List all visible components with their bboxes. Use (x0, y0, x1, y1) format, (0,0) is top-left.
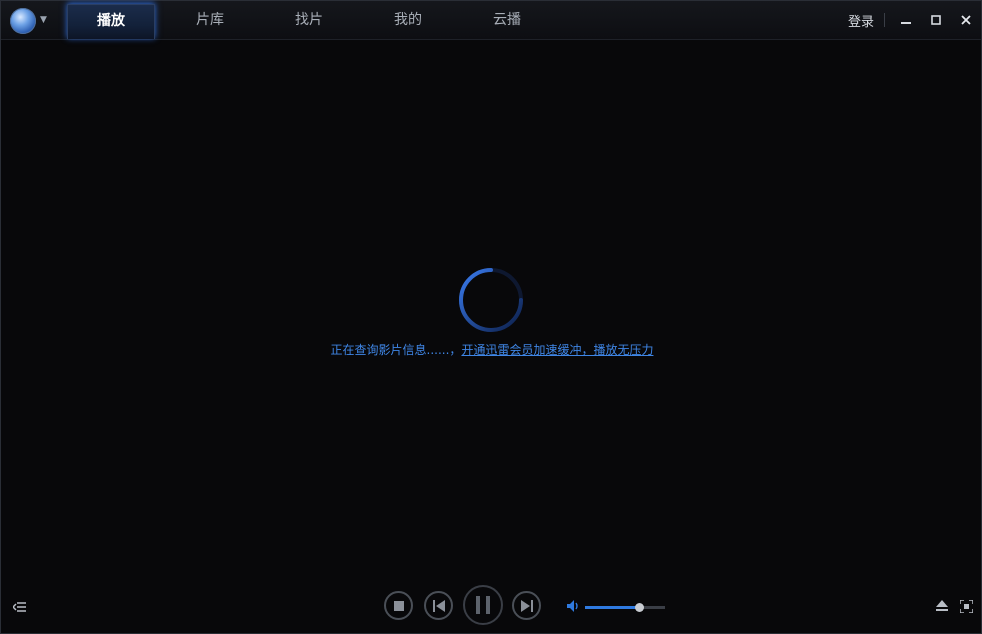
login-button[interactable]: 登录 (848, 11, 884, 30)
playback-controls (1, 581, 981, 633)
next-icon (520, 599, 533, 612)
pause-icon (476, 596, 490, 614)
next-button[interactable] (512, 591, 541, 620)
window-controls: 登录 (848, 1, 981, 39)
minimize-button[interactable] (891, 1, 921, 39)
close-button[interactable] (951, 1, 981, 39)
stop-icon (393, 600, 404, 611)
video-area[interactable]: 正在查询影片信息......，开通迅雷会员加速缓冲，播放无压力 (1, 40, 981, 593)
divider (884, 13, 885, 27)
tab-mine[interactable]: 我的 (364, 4, 452, 39)
loading-status: 正在查询影片信息......，开通迅雷会员加速缓冲，播放无压力 (1, 341, 982, 358)
maximize-icon (931, 15, 941, 25)
status-message: 正在查询影片信息......， (330, 343, 462, 357)
previous-icon (432, 599, 445, 612)
tab-find[interactable]: 找片 (265, 4, 353, 39)
main-tabs: 播放 片库 找片 我的 云播 (67, 4, 562, 39)
pause-button[interactable] (463, 585, 503, 625)
tab-cloud-play[interactable]: 云播 (463, 4, 551, 39)
tab-library[interactable]: 片库 (166, 4, 254, 39)
minimize-icon (901, 22, 911, 24)
close-icon (961, 15, 971, 25)
stop-button[interactable] (384, 591, 413, 620)
volume-handle[interactable] (635, 603, 645, 612)
app-logo-icon[interactable] (10, 8, 36, 34)
player-window: ▼ 播放 片库 找片 我的 云播 登录 正在查询影片信息......，开通迅雷会… (0, 0, 982, 634)
chevron-down-icon[interactable]: ▼ (40, 15, 47, 25)
playlist-icon[interactable] (13, 601, 27, 613)
title-bar: ▼ 播放 片库 找片 我的 云播 登录 (1, 1, 981, 40)
volume-fill (585, 606, 640, 609)
eject-icon[interactable] (936, 600, 948, 612)
volume-slider[interactable] (585, 603, 665, 612)
volume-icon[interactable] (567, 600, 580, 612)
previous-button[interactable] (424, 591, 453, 620)
vip-upgrade-link[interactable]: 开通迅雷会员加速缓冲，播放无压力 (461, 343, 653, 357)
maximize-button[interactable] (921, 1, 951, 39)
fullscreen-icon[interactable] (960, 600, 973, 613)
tab-play[interactable]: 播放 (67, 4, 155, 39)
loading-spinner-icon (459, 268, 523, 332)
